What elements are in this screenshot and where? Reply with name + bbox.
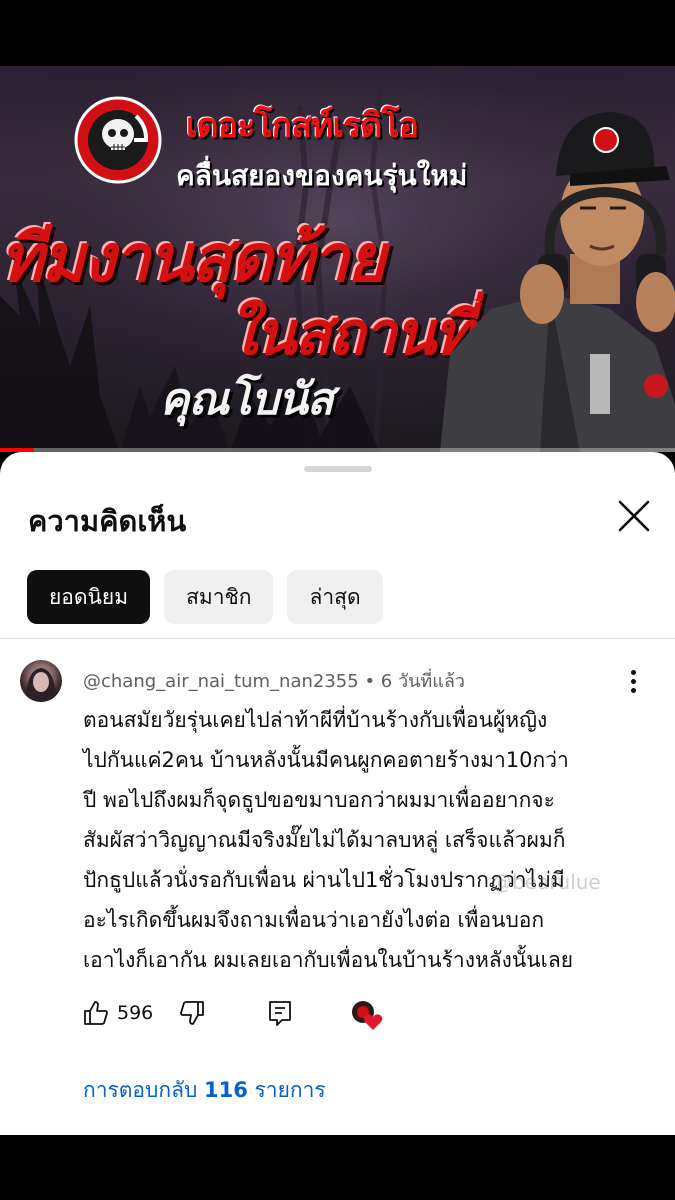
tab-top[interactable]: ยอดนิยม [27, 570, 151, 624]
view-replies-link[interactable]: การตอบกลับ 116 รายการ [83, 1074, 326, 1107]
more-options-icon[interactable] [622, 670, 644, 696]
replies-suffix: รายการ [254, 1078, 326, 1102]
replies-count: 116 [203, 1078, 248, 1102]
like-button[interactable]: 596 [83, 1000, 153, 1026]
tab-newest[interactable]: ล่าสุด [287, 570, 383, 624]
comments-sheet: ความคิดเห็น ยอดนิยม สมาชิก ล่าสุด @chang… [0, 452, 675, 1135]
drag-handle[interactable] [304, 466, 372, 472]
comment-author[interactable]: @chang_air_nai_tum_nan2355 [83, 671, 359, 692]
comment-line: ไปกันแค่2คน บ้านหลังนั้นมีคนผูกคอตายร้าง… [83, 748, 569, 772]
creator-heart-icon [352, 1001, 383, 1030]
tiktok-watermark: @bearulue [492, 870, 601, 894]
host-figure-image [440, 112, 675, 452]
meta-separator: • [364, 671, 381, 692]
comment-sort-tabs: ยอดนิยม สมาชิก ล่าสุด [27, 570, 383, 624]
comment-meta: @chang_air_nai_tum_nan2355 • 6 วันที่แล้… [83, 666, 465, 695]
comment-line: สัมผัสว่าวิญญาณมีจริงมั๊ยไม่ได้มาลบหลู่ … [83, 828, 566, 852]
comment-text: ตอนสมัยวัยรุ่นเคยไปล่าท้าผีที่บ้านร้างกั… [83, 700, 643, 980]
dislike-button[interactable] [179, 1000, 205, 1026]
comment-time: 6 วันที่แล้ว [380, 671, 465, 692]
like-count: 596 [117, 1002, 154, 1024]
video-guest-name: คุณโบนัส [160, 374, 334, 425]
ghost-radio-logo [74, 96, 162, 184]
comments-title: ความคิดเห็น [28, 504, 187, 538]
divider [0, 638, 675, 639]
video-tagline: คลื่นสยองของคนรุ่นใหม่ [176, 159, 468, 192]
comment-line: ปี พอไปถึงผมก็จุดธูปขอขมาบอกว่าผมมาเพื่อ… [83, 788, 555, 812]
video-player[interactable]: เดอะโกสท์เรดิโอ คลื่นสยองของคนรุ่นใหม่ ท… [0, 66, 675, 452]
avatar-image [26, 668, 56, 702]
reply-button[interactable] [267, 1000, 293, 1028]
comment-line: อะไรเกิดขึ้นผมจึงถามเพื่อนว่าเอายังไงต่อ… [83, 908, 545, 932]
replies-prefix: การตอบกลับ [83, 1078, 198, 1102]
thumbs-up-icon [84, 1001, 108, 1025]
comment-line: เอาไงก็เอากัน ผมเลยเอากับเพื่อนในบ้านร้า… [83, 948, 573, 972]
reply-comment-icon [269, 1001, 291, 1026]
close-icon[interactable] [614, 496, 654, 536]
comment-actions: 596 [83, 1000, 643, 1030]
video-brand-text: เดอะโกสท์เรดิโอ [186, 106, 419, 146]
avatar[interactable] [20, 660, 62, 702]
tab-members[interactable]: สมาชิก [164, 570, 274, 624]
thumbs-down-icon [180, 1001, 204, 1025]
screen: เดอะโกสท์เรดิโอ คลื่นสยองของคนรุ่นใหม่ ท… [0, 0, 675, 1200]
comment-line: ตอนสมัยวัยรุ่นเคยไปล่าท้าผีที่บ้านร้างกั… [83, 708, 548, 732]
